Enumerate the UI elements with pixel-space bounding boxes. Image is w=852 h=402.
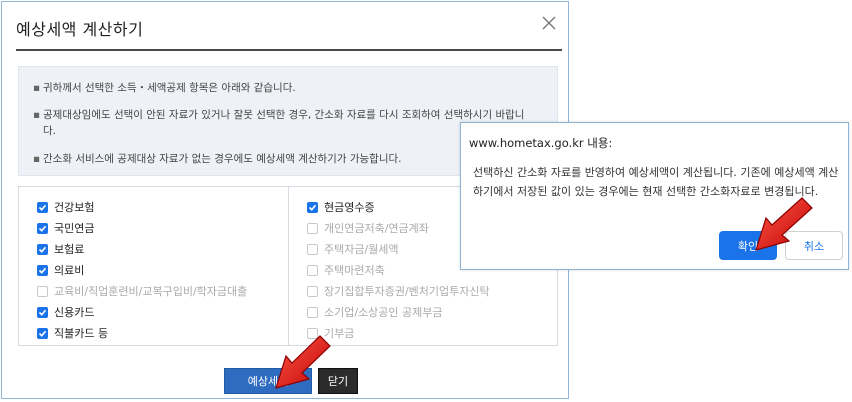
checkbox-icon[interactable] bbox=[37, 306, 48, 318]
check-item-debit-card[interactable]: 직불카드 등 bbox=[37, 325, 108, 341]
checkbox-icon bbox=[307, 264, 318, 276]
checkbox-icon bbox=[307, 327, 318, 339]
confirm-alert: www.hometax.go.kr 내용: 선택하신 간소화 자료를 반영하여 … bbox=[460, 122, 849, 270]
checkbox-icon bbox=[37, 285, 48, 297]
alert-message: 선택하신 간소화 자료를 반영하여 예상세액이 계산됩니다. 기존에 예상세액 … bbox=[473, 166, 839, 198]
check-item-insurance-premium[interactable]: 보험료 bbox=[37, 241, 84, 257]
check-item-credit-card[interactable]: 신용카드 bbox=[37, 304, 94, 320]
check-item-health-insurance[interactable]: 건강보험 bbox=[37, 199, 94, 215]
close-icon[interactable] bbox=[540, 14, 558, 32]
check-item-education: 교육비/직업훈련비/교복구입비/학자금대출 bbox=[37, 283, 247, 299]
checkbox-icon[interactable] bbox=[37, 327, 48, 339]
checkbox-icon bbox=[307, 285, 318, 297]
calc-estimate-button[interactable]: 예상세액 bbox=[224, 368, 312, 394]
confirm-cancel-button[interactable]: 취소 bbox=[785, 231, 843, 260]
check-item-medical[interactable]: 의료비 bbox=[37, 262, 84, 278]
checkbox-icon bbox=[307, 243, 318, 255]
checkbox-icon[interactable] bbox=[307, 201, 318, 213]
check-item-long-term-investment: 장기집합투자증권/벤처기업투자신탁 bbox=[307, 283, 490, 299]
checkbox-icon[interactable] bbox=[37, 243, 48, 255]
check-item-cash-receipt[interactable]: 현금영수증 bbox=[307, 199, 375, 215]
alert-origin: www.hometax.go.kr 내용: bbox=[469, 136, 613, 150]
checklist-left-column: 건강보험 국민연금 보험료 의료비 교육비/직업훈련비/교복구입비/학자금대출 … bbox=[19, 187, 289, 345]
dialog-header: 예상세액 계산하기 bbox=[16, 2, 562, 51]
check-item-small-business: 소기업/소상공인 공제부금 bbox=[307, 304, 443, 320]
dialog-title: 예상세액 계산하기 bbox=[16, 20, 144, 39]
check-item-national-pension[interactable]: 국민연금 bbox=[37, 220, 94, 236]
info-line: ▪ 귀하께서 선택한 소득・세액공제 항목은 아래와 같습니다. bbox=[33, 82, 296, 94]
checkbox-icon bbox=[307, 306, 318, 318]
confirm-ok-button[interactable]: 확인 bbox=[719, 231, 777, 260]
check-item-pension-savings: 개인연금저축/연금계좌 bbox=[307, 220, 429, 236]
check-item-donation: 기부금 bbox=[307, 325, 354, 341]
checkbox-icon bbox=[307, 222, 318, 234]
check-item-housing-savings: 주택마련저축 bbox=[307, 262, 385, 278]
close-button[interactable]: 닫기 bbox=[318, 368, 358, 394]
checkbox-icon[interactable] bbox=[37, 201, 48, 213]
checkbox-icon[interactable] bbox=[37, 264, 48, 276]
check-item-housing-fund: 주택자금/월세액 bbox=[307, 241, 399, 257]
checkbox-icon[interactable] bbox=[37, 222, 48, 234]
